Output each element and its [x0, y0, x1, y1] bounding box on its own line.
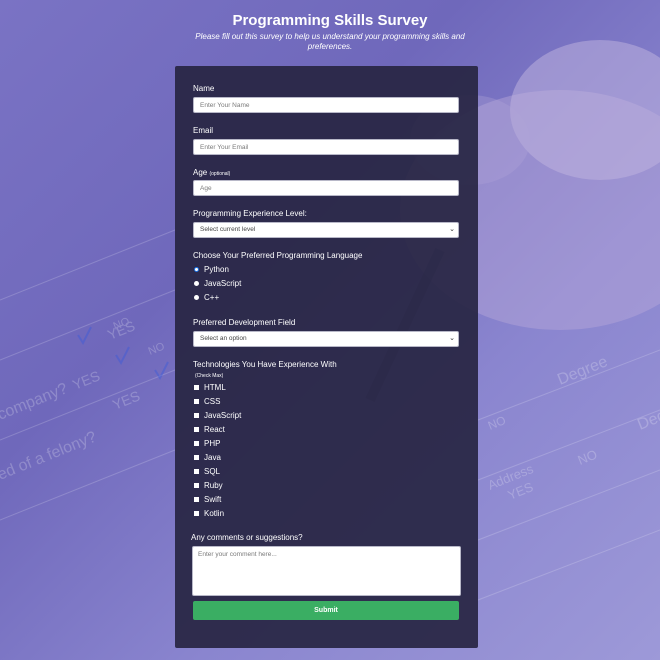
tech-option-kotlin[interactable]: Kotlin — [194, 508, 224, 518]
tech-option-php[interactable]: PHP — [194, 438, 220, 448]
radio-button[interactable] — [194, 280, 199, 286]
tech-option-sql[interactable]: SQL — [194, 466, 220, 476]
tech-option-label: CSS — [204, 396, 221, 406]
field-select-value: Select an option — [200, 335, 247, 342]
tech-option-label: React — [204, 424, 225, 434]
tech-option-javascript[interactable]: JavaScript — [194, 410, 241, 420]
checkbox[interactable] — [194, 412, 199, 418]
field-select[interactable]: Select an option ⌄ — [193, 331, 459, 347]
email-label: Email — [193, 126, 214, 135]
chevron-down-icon: ⌄ — [449, 226, 455, 233]
tech-option-label: Java — [204, 452, 221, 462]
language-option-cpp[interactable]: C++ — [194, 292, 219, 302]
page-subtitle: Please fill out this survey to help us u… — [195, 32, 465, 51]
tech-option-label: JavaScript — [204, 410, 242, 420]
tech-option-ruby[interactable]: Ruby — [194, 480, 223, 490]
experience-select[interactable]: Select current level ⌄ — [193, 222, 459, 238]
checkbox[interactable] — [194, 398, 199, 404]
language-option-label: C++ — [204, 292, 220, 302]
field-label: Preferred Development Field — [193, 318, 296, 327]
tech-option-label: Ruby — [204, 480, 223, 490]
survey-form: Name Email Age (optional) Programming Ex… — [175, 66, 478, 648]
age-optional-note: (optional) — [209, 171, 231, 177]
name-label: Name — [193, 84, 215, 93]
radio-button-checked[interactable] — [194, 266, 199, 272]
tech-option-label: Swift — [204, 494, 222, 504]
chevron-down-icon: ⌄ — [449, 335, 455, 342]
technologies-note: (Check Max) — [195, 373, 224, 379]
checkbox[interactable] — [194, 468, 199, 474]
tech-option-java[interactable]: Java — [194, 452, 221, 462]
comments-label: Any comments or suggestions? — [191, 533, 303, 542]
checkbox[interactable] — [194, 426, 199, 432]
checkbox[interactable] — [194, 454, 199, 460]
tech-option-label: SQL — [204, 466, 221, 476]
language-option-label: JavaScript — [204, 278, 242, 288]
language-label: Choose Your Preferred Programming Langua… — [193, 251, 363, 260]
checkbox[interactable] — [194, 496, 199, 502]
tech-option-swift[interactable]: Swift — [194, 494, 221, 504]
age-input[interactable] — [193, 180, 459, 196]
tech-option-label: Kotlin — [204, 508, 225, 518]
email-input[interactable] — [193, 139, 459, 155]
technologies-label: Technologies You Have Experience With — [193, 360, 337, 369]
tech-option-label: HTML — [204, 382, 226, 392]
survey-page: Programming Skills Survey Please fill ou… — [0, 0, 660, 660]
tech-option-css[interactable]: CSS — [194, 396, 220, 406]
checkbox[interactable] — [194, 384, 199, 390]
name-input[interactable] — [193, 97, 459, 113]
checkbox[interactable] — [194, 510, 199, 516]
experience-label: Programming Experience Level: — [193, 209, 307, 218]
age-label: Age (optional) — [193, 168, 230, 177]
language-option-javascript[interactable]: JavaScript — [194, 278, 241, 288]
tech-option-label: PHP — [204, 438, 221, 448]
checkbox[interactable] — [194, 482, 199, 488]
radio-button[interactable] — [194, 294, 199, 300]
submit-button[interactable]: Submit — [193, 601, 459, 620]
page-title: Programming Skills Survey — [232, 12, 428, 29]
language-option-python[interactable]: Python — [194, 264, 229, 274]
experience-select-value: Select current level — [200, 226, 256, 233]
comments-textarea[interactable]: Enter your comment here... — [192, 546, 461, 596]
tech-option-react[interactable]: React — [194, 424, 225, 434]
language-option-label: Python — [204, 264, 229, 274]
checkbox[interactable] — [194, 440, 199, 446]
tech-option-html[interactable]: HTML — [194, 382, 226, 392]
age-label-text: Age — [193, 168, 208, 177]
